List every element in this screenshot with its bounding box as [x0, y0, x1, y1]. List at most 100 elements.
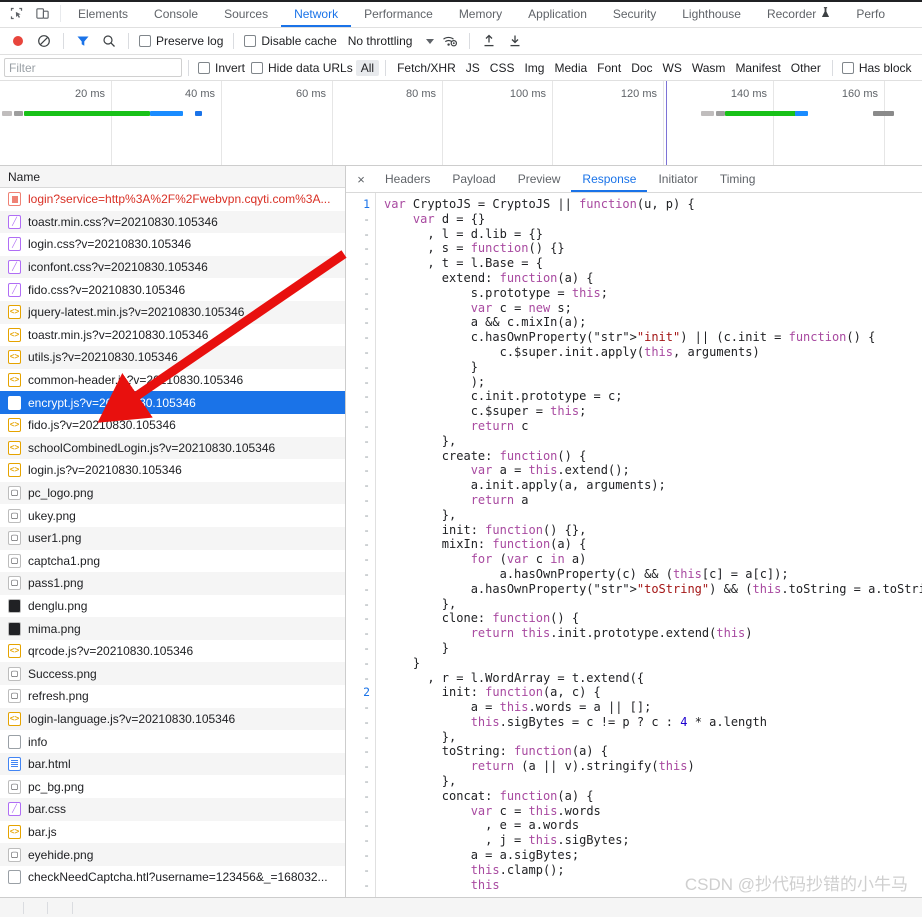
table-row[interactable]: ▢ pc_logo.png — [0, 481, 345, 505]
tab-initiator[interactable]: Initiator — [647, 166, 708, 192]
record-button[interactable] — [6, 30, 30, 52]
table-row[interactable]: ▢ pass1.png — [0, 572, 345, 595]
tab-preview[interactable]: Preview — [507, 166, 572, 192]
export-har-icon[interactable] — [503, 30, 527, 52]
table-row[interactable]: <> login.js?v=20210830.105346 — [0, 459, 345, 482]
filter-type-doc[interactable]: Doc — [626, 60, 657, 76]
filter-type-font[interactable]: Font — [592, 60, 626, 76]
code-line: c.hasOwnProperty("str">"init") || (c.ini… — [384, 330, 876, 345]
tab-performance[interactable]: Performance — [351, 0, 446, 27]
request-name: toastr.min.css?v=20210830.105346 — [28, 214, 218, 229]
table-row[interactable]: bar.html — [0, 752, 345, 776]
table-row[interactable]: <> bar.js — [0, 820, 345, 844]
table-row[interactable]: ▢ eyehide.png — [0, 843, 345, 866]
disable-cache-checkbox[interactable]: Disable cache — [241, 34, 339, 48]
table-row[interactable]: <> login-language.js?v=20210830.105346 — [0, 707, 345, 731]
filter-type-media[interactable]: Media — [549, 60, 592, 76]
network-conditions-icon[interactable] — [438, 30, 462, 52]
toolbar-divider-2 — [128, 33, 129, 49]
table-row[interactable]: checkNeedCaptcha.htl?username=123456&_=1… — [0, 865, 345, 889]
tab-memory[interactable]: Memory — [446, 0, 515, 27]
script-file-icon: <> — [8, 373, 21, 388]
request-name: toastr.min.js?v=20210830.105346 — [28, 327, 209, 342]
table-row[interactable]: ╱ iconfont.css?v=20210830.105346 — [0, 255, 345, 279]
table-row[interactable]: <> schoolCombinedLogin.js?v=20210830.1053… — [0, 436, 345, 460]
table-row[interactable]: ╱ fido.css?v=20210830.105346 — [0, 278, 345, 301]
tab-performance-insights[interactable]: Perfo — [843, 0, 898, 27]
response-code-view[interactable]: 1--------------------------------2------… — [346, 193, 922, 897]
overview-tick-label: 120 ms — [620, 88, 657, 100]
filter-type-css[interactable]: CSS — [485, 60, 520, 76]
tab-application[interactable]: Application — [515, 0, 600, 27]
close-icon[interactable]: × — [348, 166, 374, 192]
preserve-log-checkbox[interactable]: Preserve log — [136, 34, 226, 48]
request-rows-container[interactable]: login?service=http%3A%2F%2Fwebvpn.cqyti.… — [0, 188, 345, 897]
filter-type-ws[interactable]: WS — [658, 60, 687, 76]
table-row[interactable]: <> fido.js?v=20210830.105346 — [0, 413, 345, 437]
request-name: mima.png — [28, 621, 81, 636]
hide-data-urls-checkbox[interactable]: Hide data URLs — [248, 61, 356, 75]
code-line-number: - — [363, 581, 370, 596]
image-file-icon: ▢ — [8, 531, 21, 546]
tab-console[interactable]: Console — [141, 0, 211, 27]
table-row[interactable]: <> common-header.js?v=20210830.105346 — [0, 368, 345, 392]
request-detail-panel: × Headers Payload Preview Response Initi… — [346, 166, 922, 897]
table-row[interactable]: ╱ bar.css — [0, 798, 345, 821]
import-har-icon[interactable] — [477, 30, 501, 52]
code-line: , j = this.sigBytes; — [384, 833, 630, 848]
table-row[interactable]: login?service=http%3A%2F%2Fwebvpn.cqyti.… — [0, 188, 345, 211]
filter-input[interactable] — [4, 58, 182, 77]
overview-request-bar — [795, 111, 808, 116]
tab-response[interactable]: Response — [571, 166, 648, 192]
tab-timing[interactable]: Timing — [709, 166, 767, 192]
filter-type-all[interactable]: All — [355, 59, 380, 76]
tab-sources[interactable]: Sources — [211, 0, 281, 27]
network-overview-timeline[interactable]: 20 ms 40 ms 60 ms 80 ms 100 ms 120 ms 140 ms 16… — [0, 81, 922, 166]
filter-type-img[interactable]: Img — [519, 60, 549, 76]
table-row[interactable]: <> encrypt.js?v=20210830.105346 — [0, 391, 345, 414]
code-line-number: - — [363, 256, 370, 271]
request-list-header[interactable]: Name — [0, 166, 345, 188]
tab-elements[interactable]: Elements — [65, 0, 141, 27]
search-icon[interactable] — [97, 30, 121, 52]
tab-network[interactable]: Network — [281, 0, 352, 27]
table-row[interactable]: <> jquery-latest.min.js?v=20210830.105346 — [0, 300, 345, 324]
table-row[interactable]: <> toastr.min.js?v=20210830.105346 — [0, 323, 345, 347]
tab-lighthouse[interactable]: Lighthouse — [669, 0, 754, 27]
table-row[interactable]: ╱ toastr.min.css?v=20210830.105346 — [0, 210, 345, 234]
code-line: return this.init.prototype.extend(this) — [470, 626, 753, 641]
table-row[interactable]: ▢ refresh.png — [0, 685, 345, 708]
code-line: }, — [384, 596, 457, 611]
table-row[interactable]: ▢ captcha1.png — [0, 549, 345, 573]
table-row[interactable]: ▢ Success.png — [0, 662, 345, 686]
tab-payload[interactable]: Payload — [441, 166, 506, 192]
filter-toggle-button[interactable] — [71, 30, 95, 52]
filter-type-manifest[interactable]: Manifest — [730, 60, 785, 76]
code-line: }, — [384, 729, 457, 744]
throttling-select[interactable]: No throttling — [342, 34, 437, 48]
filter-type-other[interactable]: Other — [786, 60, 826, 76]
invert-checkbox[interactable]: Invert — [195, 61, 248, 75]
overview-request-bar — [716, 111, 725, 116]
clear-button[interactable] — [32, 30, 56, 52]
filter-type-fetch-xhr[interactable]: Fetch/XHR — [392, 60, 461, 76]
tab-security[interactable]: Security — [600, 0, 669, 27]
filter-type-js[interactable]: JS — [461, 60, 485, 76]
inspect-element-icon[interactable] — [6, 4, 26, 24]
has-blocked-checkbox[interactable]: Has block — [839, 61, 915, 75]
table-row[interactable]: <> utils.js?v=20210830.105346 — [0, 346, 345, 369]
table-row[interactable]: denglu.png — [0, 594, 345, 618]
filter-type-wasm[interactable]: Wasm — [687, 60, 731, 76]
table-row[interactable]: <> qrcode.js?v=20210830.105346 — [0, 639, 345, 663]
code-line: }, — [384, 433, 457, 448]
table-row[interactable]: ╱ login.css?v=20210830.105346 — [0, 233, 345, 256]
tab-recorder[interactable]: Recorder — [754, 0, 843, 27]
table-row[interactable]: ▢ pc_bg.png — [0, 775, 345, 799]
table-row[interactable]: mima.png — [0, 617, 345, 640]
code-line-number: - — [363, 833, 370, 848]
tab-headers[interactable]: Headers — [374, 166, 441, 192]
table-row[interactable]: ▢ ukey.png — [0, 504, 345, 527]
table-row[interactable]: ▢ user1.png — [0, 526, 345, 550]
table-row[interactable]: info — [0, 730, 345, 753]
device-toolbar-icon[interactable] — [32, 4, 52, 24]
